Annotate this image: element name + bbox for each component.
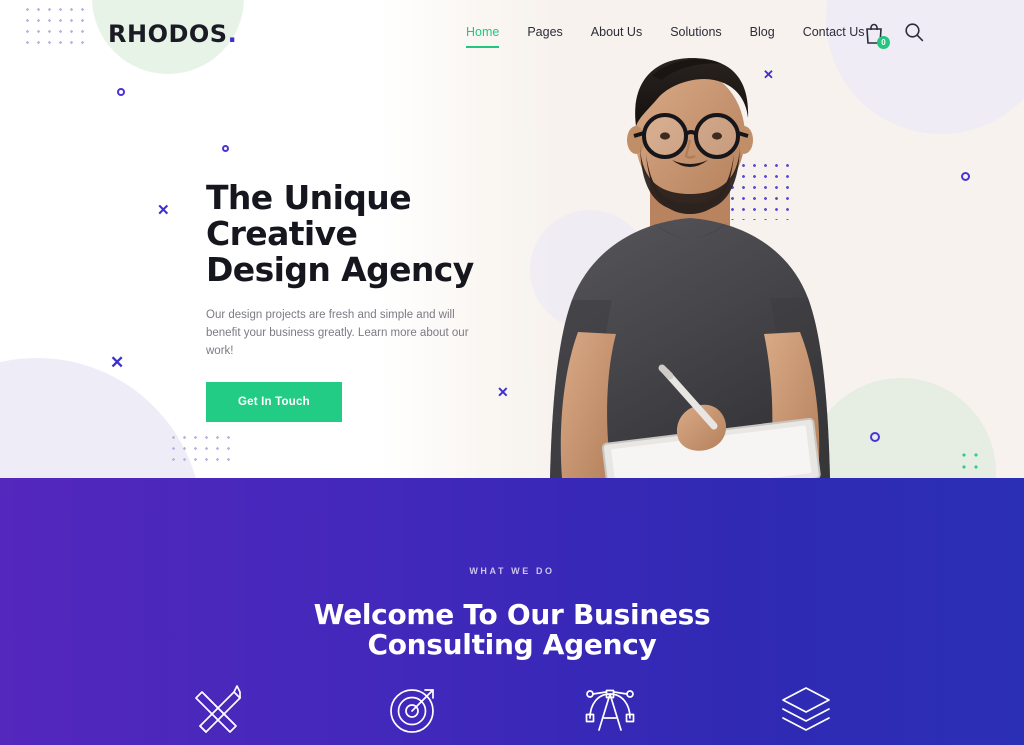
decor-circle-outline-3 [961, 172, 970, 181]
decor-circle-outline-2 [222, 145, 229, 152]
service-item-design[interactable] [178, 678, 258, 738]
hero-section: ✕ ✕ ✕ ✕ RHODOS. Home Pages About Us Solu… [0, 0, 1024, 478]
hero-copy: The Unique Creative Design Agency Our de… [206, 180, 526, 422]
service-item-strategy[interactable] [374, 678, 454, 738]
nav-item-blog[interactable]: Blog [736, 25, 789, 39]
decor-x-icon-2: ✕ [110, 353, 125, 372]
cart-button[interactable]: 0 [864, 23, 890, 49]
layers-icon [782, 687, 830, 731]
search-icon [905, 23, 924, 42]
get-in-touch-button[interactable]: Get In Touch [206, 382, 342, 422]
header-icons: 0 [864, 22, 924, 49]
logo-text: RHODOS [108, 20, 228, 48]
decor-dot-grid-green [958, 449, 984, 475]
decor-dot-grid-bottom-left [168, 432, 236, 468]
nav-item-about-us[interactable]: About Us [577, 25, 656, 39]
service-icon-row [0, 678, 1024, 738]
vector-typography-icon [585, 689, 635, 731]
hero-title-line2: Design Agency [206, 250, 474, 289]
main-navigation: Home Pages About Us Solutions Blog Conta… [466, 25, 879, 48]
section-title-line2: Consulting Agency [367, 628, 657, 661]
section-title-line1: Welcome To Our Business [313, 598, 711, 631]
hero-title-line1: The Unique Creative [206, 178, 412, 253]
section-eyebrow: WHAT WE DO [469, 566, 555, 576]
hero-subtitle: Our design projects are fresh and simple… [206, 309, 469, 357]
target-arrow-icon [390, 689, 434, 733]
nav-item-solutions[interactable]: Solutions [656, 25, 735, 39]
ruler-pencil-icon [195, 685, 241, 733]
search-button[interactable] [904, 22, 924, 47]
cart-count-badge: 0 [877, 35, 890, 49]
nav-item-pages[interactable]: Pages [513, 25, 576, 39]
what-we-do-section: WHAT WE DO Welcome To Our Business Consu… [0, 478, 1024, 745]
hero-title: The Unique Creative Design Agency [206, 180, 526, 288]
decor-x-icon-1: ✕ [157, 202, 170, 219]
section-title: Welcome To Our Business Consulting Agenc… [0, 600, 1024, 660]
logo[interactable]: RHODOS. [108, 20, 237, 48]
logo-dot: . [227, 20, 238, 48]
hero-photo [500, 32, 880, 478]
service-item-layers[interactable] [766, 678, 846, 738]
decor-circle-outline-1 [117, 88, 125, 96]
nav-item-home[interactable]: Home [466, 25, 513, 48]
site-header: RHODOS. Home Pages About Us Solutions Bl… [0, 0, 1024, 68]
service-item-typography[interactable] [570, 678, 650, 738]
